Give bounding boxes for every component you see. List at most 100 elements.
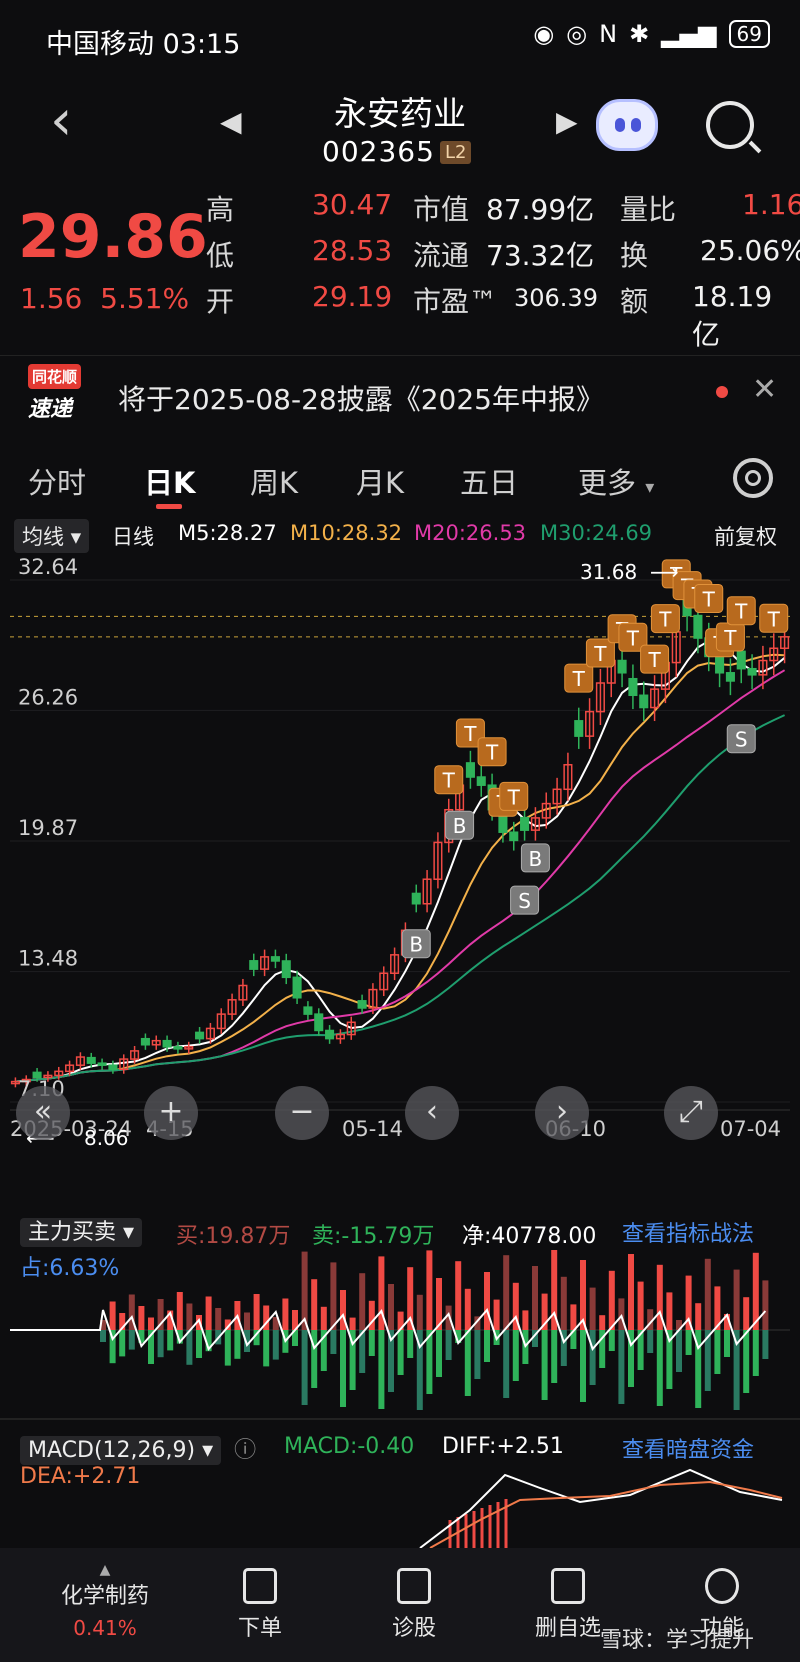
buy-bar: [311, 1279, 318, 1330]
trade-marker-t-label: T: [702, 587, 716, 611]
sell-bar: [167, 1330, 174, 1351]
tab-daily-k[interactable]: 日K: [144, 460, 195, 502]
ma-legend: 均线 ▾ 日线 M5:28.27 M10:28.32 M20:26.53 M30…: [0, 515, 800, 555]
main-force-header: 主力买卖 ▾: [20, 1214, 143, 1247]
buy-bar: [503, 1255, 510, 1330]
buy-bar: [330, 1262, 337, 1330]
buy-bar: [695, 1303, 702, 1330]
tab-weekly-k[interactable]: 周K: [250, 460, 298, 502]
buy-bar: [349, 1317, 356, 1330]
zoom-in-icon[interactable]: +: [144, 1086, 198, 1140]
trade-marker-t-label: T: [593, 642, 607, 666]
buy-bar: [244, 1312, 250, 1330]
trade-marker-t-label: T: [626, 626, 640, 650]
candle-body: [195, 1031, 205, 1040]
buy-bar: [253, 1294, 260, 1330]
buy-bar: [628, 1254, 634, 1330]
candle-body: [520, 816, 530, 831]
sector-button[interactable]: ▲ 化学制药 0.41%: [40, 1562, 170, 1640]
buy-bar: [532, 1266, 538, 1330]
candle-body: [281, 960, 291, 979]
pan-left-icon[interactable]: ‹: [405, 1086, 459, 1140]
sell-bar: [263, 1330, 270, 1367]
zoom-out-icon[interactable]: −: [275, 1086, 329, 1140]
sell-bar: [503, 1330, 510, 1398]
close-icon[interactable]: ✕: [752, 372, 777, 407]
buy-bar: [426, 1250, 433, 1330]
candle-body: [736, 650, 746, 670]
pan-right-icon[interactable]: ›: [535, 1086, 589, 1140]
candle-body: [725, 672, 735, 682]
high-value: 30.47: [312, 188, 393, 221]
sell-bar: [397, 1330, 404, 1375]
y-tick-label: 19.87: [18, 816, 78, 840]
candle-body: [86, 1056, 96, 1064]
sell-bar: [464, 1330, 471, 1396]
trade-marker-t-label: T: [647, 648, 661, 672]
order-button[interactable]: 下单: [210, 1568, 310, 1642]
buy-bar: [560, 1276, 567, 1330]
sell-bar: [196, 1330, 202, 1358]
candle-body: [303, 1006, 313, 1015]
x-tick-label: 05-14: [342, 1117, 403, 1141]
sector-name: 化学制药: [60, 1584, 149, 1609]
mktcap-value: 87.99亿: [486, 193, 595, 226]
sell-bar: [474, 1330, 481, 1379]
notice-banner[interactable]: 同花顺 速递 将于2025-08-28披露《2025年中报》: [0, 355, 800, 435]
ai-assistant-icon[interactable]: [596, 99, 658, 151]
float-label: 流通: [413, 239, 470, 272]
diagnose-button[interactable]: 诊股: [364, 1568, 464, 1642]
fullscreen-icon[interactable]: ⤢: [664, 1086, 718, 1140]
next-stock-icon[interactable]: ▶: [556, 105, 578, 138]
status-bar: 中国移动 03:15 ◉ ◎ N ✱ ▂▄▆ 69: [0, 0, 800, 70]
sell-bar: [647, 1330, 654, 1353]
sell-bar: [714, 1330, 721, 1374]
order-icon: [243, 1568, 277, 1604]
buy-bar: [455, 1261, 462, 1330]
price-change: 1.56 5.51%: [20, 282, 190, 315]
sell-bar: [445, 1330, 452, 1360]
turnover-label: 换: [620, 239, 649, 272]
diagnose-icon: [397, 1568, 431, 1604]
remove-icon: [551, 1568, 585, 1604]
sell-bar: [608, 1330, 615, 1351]
tab-more[interactable]: 更多 ▾: [578, 460, 654, 502]
buy-bar: [599, 1315, 606, 1330]
ma30-value: M30:24.69: [540, 521, 653, 545]
indicator-strategy-link[interactable]: 查看指标战法: [622, 1216, 754, 1248]
gear-icon[interactable]: [733, 458, 773, 498]
search-icon[interactable]: [706, 101, 754, 149]
tab-five-day[interactable]: 五日: [460, 460, 518, 502]
y-tick-label: 13.48: [18, 947, 78, 971]
adjust-mode[interactable]: 前复权: [714, 521, 777, 551]
fast-back-icon[interactable]: «: [16, 1086, 70, 1140]
candle-body: [715, 655, 725, 674]
buy-bar: [743, 1297, 750, 1330]
sell-bar: [580, 1330, 586, 1402]
buy-bar: [148, 1317, 154, 1330]
high-price-mark: 31.68: [580, 560, 638, 584]
kline-chart[interactable]: TTTTTTTTTTTTTTTTTTTBBBSS 32.6426.2619.87…: [0, 556, 800, 1156]
buy-bar: [704, 1258, 711, 1330]
tab-intraday[interactable]: 分时: [28, 460, 86, 502]
stock-name: 永安药业: [334, 94, 466, 133]
vol-ratio-value: 1.16: [742, 188, 800, 221]
pe-label: 市盈™: [413, 285, 498, 318]
period-label: 日线: [112, 525, 154, 549]
low-label: 低: [206, 239, 235, 272]
tab-monthly-k[interactable]: 月K: [356, 460, 404, 502]
sell-bar: [762, 1330, 769, 1359]
period-tabs: 分时 日K 周K 月K 五日 更多 ▾: [0, 448, 800, 510]
candle-body: [173, 1046, 183, 1050]
nav-bar: ‹ ◀ 永安药业 002365 L2 ▶: [0, 75, 800, 175]
buy-bar: [464, 1288, 471, 1330]
y-tick-label: 32.64: [18, 556, 78, 579]
main-force-selector[interactable]: 主力买卖 ▾: [20, 1218, 143, 1247]
ma30-line: [15, 714, 786, 1083]
turnover-value: 25.06%: [700, 234, 800, 267]
level-badge: L2: [440, 141, 472, 164]
candle-body: [617, 659, 627, 674]
net-amount: 净:40778.00: [462, 1224, 597, 1249]
ma-selector[interactable]: 均线 ▾: [14, 519, 90, 553]
candle-body: [509, 831, 519, 842]
